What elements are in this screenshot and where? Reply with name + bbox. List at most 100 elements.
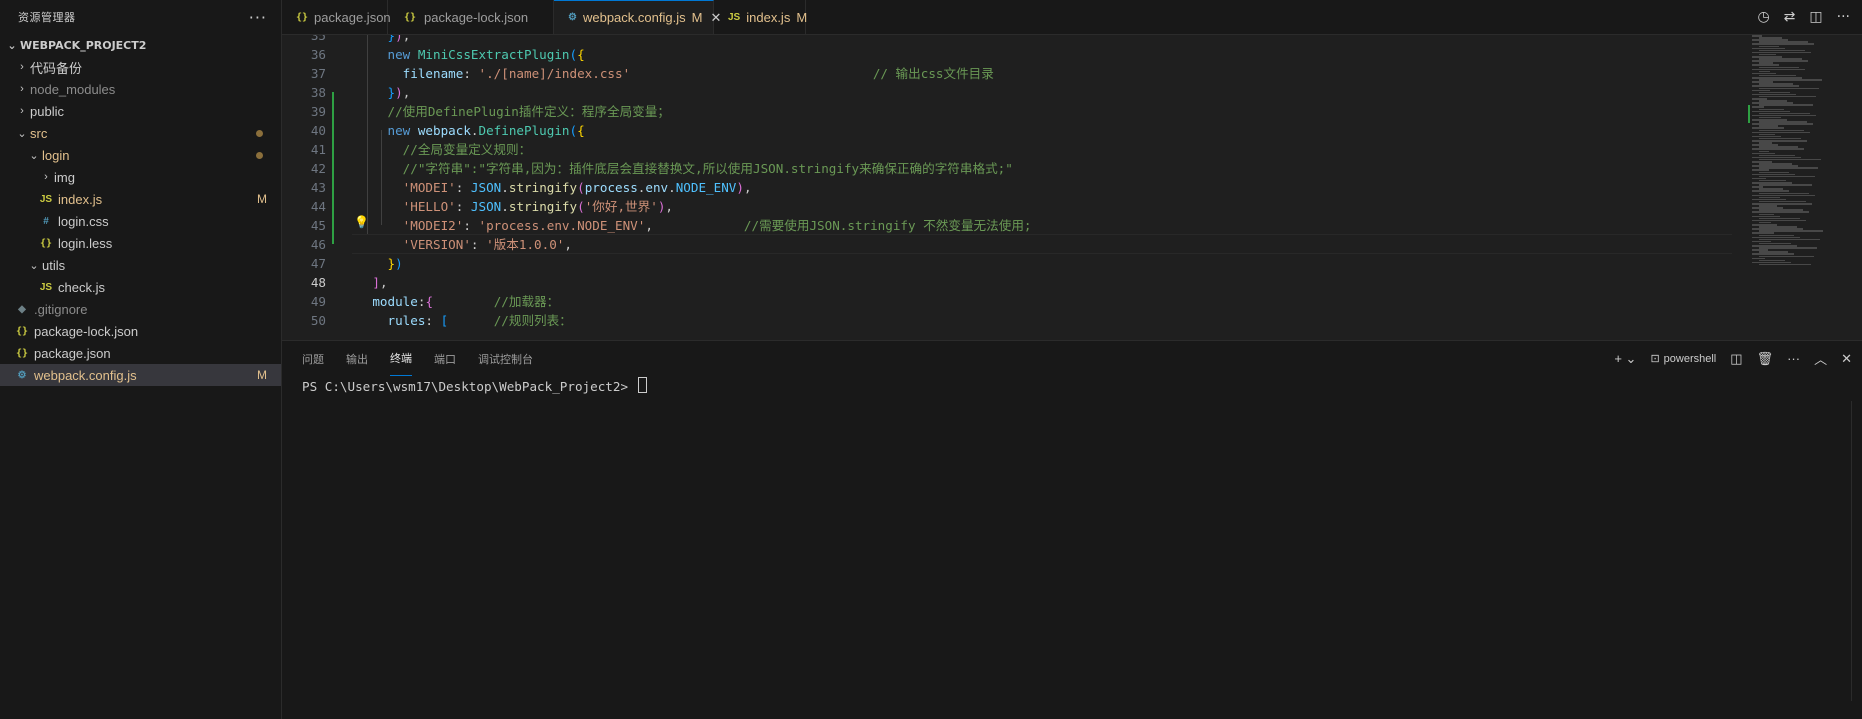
editor-tab[interactable]: ⚙ webpack.config.js M ✕ bbox=[554, 0, 721, 34]
tab-modified-badge: M bbox=[796, 9, 808, 25]
file-type-icon: {} bbox=[15, 347, 29, 359]
code-token: DefinePlugin bbox=[478, 123, 570, 138]
tree-item-label: index.js bbox=[58, 191, 103, 207]
line-number: 37 bbox=[310, 66, 326, 81]
code-token: : bbox=[463, 66, 479, 81]
file-type-icon: JS bbox=[39, 281, 53, 293]
code-text: new MiniCssExtractPlugin({ bbox=[342, 45, 585, 64]
lightbulb-icon[interactable]: 💡 bbox=[354, 215, 369, 229]
panel-actions: + ⌄ ⊡ powershell ◫ 🗑 ··· ︿ ✕ bbox=[1614, 341, 1852, 376]
code-token: filename bbox=[402, 66, 464, 81]
panel-tab[interactable]: 问题 bbox=[302, 341, 324, 376]
new-terminal-icon[interactable]: + ⌄ bbox=[1614, 351, 1636, 367]
code-token: } bbox=[387, 35, 396, 43]
tree-item[interactable]: › img bbox=[0, 166, 281, 188]
tree-item[interactable]: ⌄ utils bbox=[0, 254, 281, 276]
code-text: new webpack.DefinePlugin({ bbox=[342, 121, 585, 140]
line-number: 50 bbox=[310, 313, 326, 328]
trash-icon[interactable]: 🗑 bbox=[1757, 351, 1774, 367]
tree-item-label: public bbox=[30, 103, 64, 119]
terminal-shell-selector[interactable]: ⊡ powershell bbox=[1650, 352, 1716, 366]
tree-item[interactable]: {} package-lock.json bbox=[0, 320, 281, 342]
split-editor-icon[interactable]: ◫ bbox=[1809, 9, 1822, 25]
code-editor[interactable]: 35 }), 36 new MiniCssExtractPlugin({37 fi… bbox=[282, 35, 1862, 340]
tree-item[interactable]: › 代码备份 bbox=[0, 56, 281, 78]
minimap[interactable] bbox=[1748, 35, 1848, 275]
tree-item-label: utils bbox=[42, 257, 66, 273]
line-number: 45 bbox=[310, 218, 326, 233]
tree-item[interactable]: {} login.less bbox=[0, 232, 281, 254]
split-terminal-icon[interactable]: ◫ bbox=[1730, 351, 1742, 367]
code-token: , bbox=[564, 237, 572, 252]
tree-item[interactable]: ⌄ src bbox=[0, 122, 281, 144]
code-token: , bbox=[402, 85, 411, 100]
code-text: filename: './[name]/index.css' // 输出css文… bbox=[342, 64, 994, 83]
code-token: new bbox=[387, 123, 418, 138]
chevron-right-icon: › bbox=[20, 61, 24, 73]
line-number: 38 bbox=[310, 85, 326, 100]
terminal-output[interactable]: PS C:\Users\wsm17\Desktop\WebPack_Projec… bbox=[302, 377, 647, 394]
explorer-sidebar: 资源管理器 ··· ⌄ WEBPACK_PROJECT2 › 代码备份 › node_… bbox=[0, 0, 282, 719]
editor-tab[interactable]: {} package.json bbox=[282, 0, 391, 34]
tree-item[interactable]: ⚙ webpack.config.js M bbox=[0, 364, 281, 386]
explorer-header: 资源管理器 ··· bbox=[0, 0, 281, 34]
more-actions-icon[interactable]: ··· bbox=[249, 8, 267, 27]
tree-item[interactable]: ◆ .gitignore bbox=[0, 298, 281, 320]
tree-item[interactable]: JS index.js M bbox=[0, 188, 281, 210]
code-token: env bbox=[645, 180, 669, 195]
project-name: WEBPACK_PROJECT2 bbox=[20, 38, 147, 52]
tab-modified-badge: M bbox=[691, 10, 703, 25]
code-line: 47 }) bbox=[282, 254, 1732, 273]
code-token: , bbox=[743, 180, 752, 195]
timeline-icon[interactable]: ◷ bbox=[1757, 9, 1769, 25]
tree-item[interactable]: › node_modules bbox=[0, 78, 281, 100]
tree-item[interactable]: ⌄ login bbox=[0, 144, 281, 166]
editor-tab[interactable]: {} package-lock.json bbox=[388, 0, 554, 34]
compare-changes-icon[interactable]: ⇄ bbox=[1784, 9, 1796, 25]
maximize-panel-icon[interactable]: ︿ bbox=[1814, 349, 1827, 368]
code-token: ) bbox=[395, 85, 403, 100]
code-token: JSON bbox=[470, 199, 502, 214]
tree-item-label: login.less bbox=[58, 235, 113, 251]
code-token: rules bbox=[387, 313, 426, 328]
code-line: 50 rules: [ //规则列表： bbox=[282, 311, 1732, 330]
code-token: '你好,世界' bbox=[584, 199, 658, 214]
panel-tab[interactable]: 输出 bbox=[346, 341, 368, 376]
close-panel-icon[interactable]: ✕ bbox=[1841, 351, 1852, 367]
code-token: ) bbox=[395, 256, 403, 271]
tree-item[interactable]: JS check.js bbox=[0, 276, 281, 298]
code-line: 36 new MiniCssExtractPlugin({ bbox=[282, 45, 1732, 64]
minimap-git-marker bbox=[1748, 105, 1750, 123]
minimap-line bbox=[1759, 104, 1813, 106]
more-actions-icon[interactable]: ··· bbox=[1837, 9, 1850, 25]
tree-item-label: 代码备份 bbox=[30, 60, 83, 76]
editor-tabs: {} package.json {} package-lock.json ⚙ webpac… bbox=[282, 0, 1862, 35]
more-actions-icon[interactable]: ··· bbox=[1787, 351, 1800, 366]
tree-item[interactable]: › public bbox=[0, 100, 281, 122]
minimap-line bbox=[1759, 95, 1816, 98]
project-root[interactable]: ⌄ WEBPACK_PROJECT2 bbox=[0, 34, 281, 56]
minimap-line bbox=[1759, 255, 1814, 258]
panel-tab[interactable]: 调试控制台 bbox=[478, 341, 533, 376]
file-type-icon: # bbox=[43, 215, 49, 227]
code-token: : bbox=[455, 199, 471, 214]
terminal-panel: 问题 输出 终端 端口 调试控制台 + ⌄ ⊡ powershell ◫ 🗑 ··· ︿… bbox=[282, 340, 1862, 719]
chevron-down-icon: ⌄ bbox=[7, 38, 17, 52]
panel-tab[interactable]: 终端 bbox=[390, 341, 412, 376]
line-number: 40 bbox=[310, 123, 326, 138]
code-token: . bbox=[668, 180, 676, 195]
code-token: './[name]/index.css' bbox=[478, 66, 631, 81]
editor-tab[interactable]: JS index.js M bbox=[714, 0, 808, 34]
tree-item[interactable]: # login.css bbox=[0, 210, 281, 232]
chevron-down-icon: ⌄ bbox=[29, 259, 39, 272]
terminal-scrollbar[interactable] bbox=[1851, 401, 1862, 701]
panel-tab[interactable]: 端口 bbox=[434, 341, 456, 376]
tree-item[interactable]: {} package.json bbox=[0, 342, 281, 364]
